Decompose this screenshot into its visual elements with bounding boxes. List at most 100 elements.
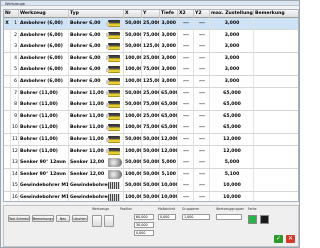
table-row[interactable]: 14Senker 90° 12mm (12,00)Senker 12,00100… — [4, 168, 298, 181]
cell-y[interactable]: 125,000 — [142, 76, 160, 87]
cell-y2[interactable]: --- — [194, 99, 210, 111]
table-row[interactable]: 8 Bohrer (11,00) Bohrer 11,00 50,000 75,000 6… — [4, 99, 298, 112]
cell-max-zustellung[interactable]: 65,000 — [210, 122, 254, 134]
cell-y[interactable]: 75,000 — [142, 99, 160, 111]
cell-bemerkung[interactable] — [254, 111, 298, 122]
cell-werkzeug[interactable]: Bohrer (11,00) — [19, 110, 69, 122]
cell-nr[interactable]: 10 — [11, 122, 19, 134]
cell-tiefe[interactable]: 3,000 — [160, 52, 178, 64]
cell-y2[interactable]: --- — [194, 122, 210, 134]
cell-y[interactable]: 75,000 — [142, 64, 160, 76]
cell-werkzeug[interactable]: Bohrer (11,00) — [19, 99, 69, 111]
cell-x2[interactable]: --- — [178, 64, 194, 76]
table-row[interactable]: 11 Bohrer (11,00) Bohrer 11,00 50,000 50,000… — [4, 134, 298, 146]
cell-y2[interactable]: --- — [194, 29, 210, 41]
table-row[interactable]: 12Bohrer (11,00)Bohrer 11,00100,00050,00… — [4, 145, 298, 158]
cell-tiefe[interactable]: 12,000 — [160, 134, 178, 145]
cell-max-zustellung[interactable]: 3,000 — [210, 52, 254, 64]
cell-y[interactable]: 50,000 — [142, 192, 160, 201]
cell-y[interactable]: 25,000 — [142, 87, 160, 99]
header-y[interactable]: Y — [142, 10, 160, 18]
header-bemerkung[interactable]: Bemerkung — [254, 10, 298, 18]
cell-nr[interactable]: 2 — [11, 29, 19, 41]
cell-y2[interactable]: --- — [194, 157, 210, 169]
row-marker[interactable] — [4, 145, 11, 157]
cell-nr[interactable]: 1 — [11, 18, 19, 29]
table-row[interactable]: 16Gewindebohrer M16 (10,...Gewindebohrer… — [4, 192, 298, 201]
row-marker[interactable] — [4, 99, 11, 111]
cell-x2[interactable]: --- — [178, 76, 194, 87]
cell-bemerkung[interactable] — [254, 64, 298, 75]
cell-x2[interactable]: --- — [178, 110, 194, 122]
cell-x[interactable]: 50,000 — [124, 180, 142, 192]
cell-tiefe[interactable]: 10,000 — [160, 180, 178, 192]
cell-x2[interactable]: --- — [178, 134, 194, 145]
cell-tiefe[interactable]: 3,000 — [160, 64, 178, 76]
cell-bemerkung[interactable] — [254, 76, 298, 87]
row-marker[interactable] — [4, 122, 11, 134]
cell-tiefe[interactable]: 3,000 — [160, 18, 178, 29]
table-row[interactable]: 7 Bohrer (11,00) Bohrer 11,00 50,000 25,000 6… — [4, 87, 298, 100]
cell-y2[interactable]: --- — [194, 180, 210, 192]
table-row[interactable]: 6Ambohrer (6,00)Bohrer 6,00100,000125,00… — [4, 76, 298, 88]
cell-nr[interactable]: 12 — [11, 145, 19, 157]
header-y2[interactable]: Y2 — [194, 10, 210, 18]
cell-x[interactable]: 100,000 — [124, 145, 142, 157]
cell-werkzeug[interactable]: Bohrer (11,00) — [19, 87, 69, 99]
cell-nr[interactable]: 14 — [11, 168, 19, 180]
cell-werkzeug[interactable]: Ambohrer (6,00) — [19, 29, 69, 41]
cell-x[interactable]: 50,000 — [124, 134, 142, 145]
table-row[interactable]: 15Gewindebohrer M16 (10,...Gewindebohrer… — [4, 180, 298, 193]
cell-x[interactable]: 50,000 — [124, 87, 142, 99]
table-row[interactable]: 2 Ambohrer (6,00) Bohrer 6,00 50,000 75,000 3… — [4, 29, 298, 42]
color-swatch-green[interactable] — [248, 215, 257, 224]
table-row[interactable]: 4Ambohrer (6,00)Bohrer 6,00100,00025,000… — [4, 52, 298, 65]
cell-x2[interactable]: --- — [178, 192, 194, 201]
remarks-button[interactable]: Bemerkungsfelder — [32, 215, 54, 222]
row-marker[interactable] — [4, 76, 11, 87]
group-field[interactable]: 1,000 — [182, 214, 210, 220]
row-marker[interactable] — [4, 157, 11, 169]
cell-x2[interactable]: --- — [178, 157, 194, 169]
cell-x[interactable]: 100,000 — [124, 122, 142, 134]
cell-bemerkung[interactable] — [254, 30, 298, 41]
cell-nr[interactable]: 11 — [11, 134, 19, 145]
cell-y[interactable]: 50,000 — [142, 134, 160, 145]
cell-max-zustellung[interactable]: 5,000 — [210, 157, 254, 169]
cell-max-zustellung[interactable]: 10,000 — [210, 192, 254, 201]
cell-werkzeug[interactable]: Senker 90° 12mm (12,00) — [19, 168, 69, 180]
cell-bemerkung[interactable] — [254, 99, 298, 110]
row-marker[interactable] — [4, 52, 11, 64]
cell-max-zustellung[interactable]: 10,000 — [210, 180, 254, 192]
cell-x2[interactable]: --- — [178, 122, 194, 134]
cell-werkzeug[interactable]: Ambohrer (6,00) — [19, 52, 69, 64]
cell-tiefe[interactable]: 12,000 — [160, 145, 178, 157]
cell-max-zustellung[interactable]: 3,000 — [210, 29, 254, 41]
cell-y2[interactable]: --- — [194, 110, 210, 122]
cell-bemerkung[interactable] — [254, 18, 298, 29]
tool-preview-button[interactable] — [92, 215, 102, 227]
cell-y[interactable]: 75,000 — [142, 29, 160, 41]
cell-werkzeug[interactable]: Gewindebohrer M16 (10,... — [19, 180, 69, 192]
cell-y2[interactable]: --- — [194, 168, 210, 180]
cell-x[interactable]: 50,000 — [124, 41, 142, 53]
cell-tiefe[interactable]: 65,000 — [160, 87, 178, 99]
header-werkzeug[interactable]: Werkzeug — [19, 10, 69, 18]
cell-y[interactable]: 125,000 — [142, 41, 160, 53]
cell-nr[interactable]: 5 — [11, 64, 19, 76]
cell-bemerkung[interactable] — [254, 41, 298, 52]
cell-nr[interactable]: 13 — [11, 157, 19, 169]
cell-tiefe[interactable]: 3,000 — [160, 41, 178, 53]
cancel-button[interactable]: ✕ — [286, 235, 295, 243]
cell-tiefe[interactable]: 3,000 — [160, 29, 178, 41]
cell-nr[interactable]: 7 — [11, 87, 19, 99]
tool-scheduled-button[interactable]: Tool-Scheduled (F2) — [8, 215, 30, 222]
cell-nr[interactable]: 6 — [11, 76, 19, 87]
cell-x2[interactable]: --- — [178, 145, 194, 157]
cell-tiefe[interactable]: 65,000 — [160, 110, 178, 122]
cell-tiefe[interactable]: 3,000 — [160, 76, 178, 87]
cell-y2[interactable]: --- — [194, 145, 210, 157]
table-row[interactable]: 10Bohrer (11,00)Bohrer 11,00100,00075,00… — [4, 122, 298, 135]
cell-y[interactable]: 50,000 — [142, 157, 160, 169]
cell-tiefe[interactable]: 65,000 — [160, 99, 178, 111]
